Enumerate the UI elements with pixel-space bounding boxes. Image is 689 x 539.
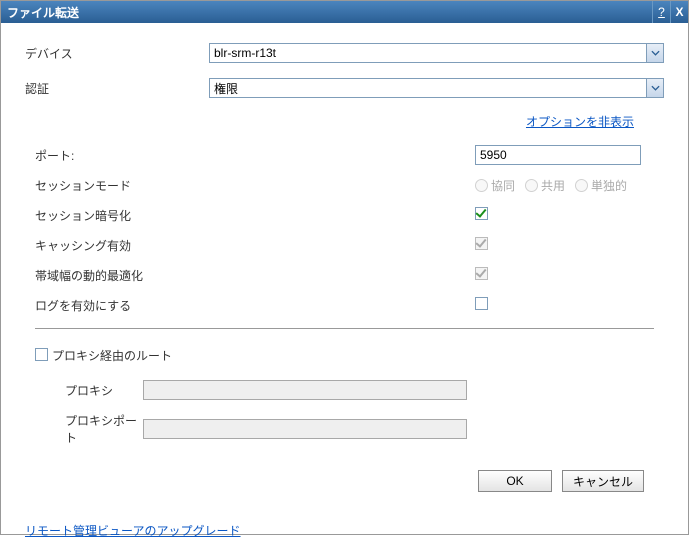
- help-button[interactable]: ?: [652, 1, 670, 23]
- close-button[interactable]: X: [670, 1, 688, 23]
- separator: [35, 328, 654, 329]
- encrypt-label: セッション暗号化: [35, 207, 475, 224]
- chevron-down-icon: [646, 79, 663, 97]
- cancel-button[interactable]: キャンセル: [562, 470, 644, 492]
- toggle-options-link[interactable]: オプションを非表示: [526, 115, 634, 129]
- auth-select[interactable]: 権限: [209, 78, 664, 98]
- log-checkbox[interactable]: [475, 297, 488, 310]
- titlebar-buttons: ? X: [652, 1, 688, 23]
- ok-button[interactable]: OK: [478, 470, 552, 492]
- port-label: ポート:: [35, 147, 475, 164]
- cache-checkbox: [475, 237, 488, 250]
- encrypt-checkbox[interactable]: [475, 207, 488, 220]
- titlebar: ファイル転送 ? X: [1, 1, 688, 23]
- proxy-port-input: [143, 419, 467, 439]
- port-input[interactable]: [475, 145, 641, 165]
- upgrade-link[interactable]: リモート管理ビューアのアップグレード: [25, 524, 241, 538]
- log-label: ログを有効にする: [35, 297, 475, 314]
- session-mode-radios: 協同 共用 単独的: [475, 177, 627, 194]
- cache-label: キャッシング有効: [35, 237, 475, 254]
- auth-select-value: 権限: [214, 80, 238, 97]
- proxy-input: [143, 380, 467, 400]
- proxy-port-label: プロキシポート: [35, 412, 143, 446]
- device-label: デバイス: [25, 45, 209, 62]
- radio-shared: 共用: [525, 177, 565, 194]
- radio-coop: 協同: [475, 177, 515, 194]
- proxy-route-checkbox[interactable]: [35, 348, 48, 361]
- device-select[interactable]: blr-srm-r13t: [209, 43, 664, 63]
- chevron-down-icon: [646, 44, 663, 62]
- bandwidth-checkbox: [475, 267, 488, 280]
- window-title: ファイル転送: [7, 4, 652, 21]
- proxy-route-label: プロキシ経由のルート: [52, 347, 172, 364]
- device-select-value: blr-srm-r13t: [214, 46, 276, 60]
- auth-label: 認証: [25, 80, 209, 97]
- radio-exclusive: 単独的: [575, 177, 627, 194]
- radio-coop-input: [475, 179, 488, 192]
- radio-exclusive-input: [575, 179, 588, 192]
- session-mode-label: セッションモード: [35, 177, 475, 194]
- bandwidth-label: 帯域幅の動的最適化: [35, 267, 475, 284]
- radio-shared-input: [525, 179, 538, 192]
- proxy-label: プロキシ: [35, 382, 143, 399]
